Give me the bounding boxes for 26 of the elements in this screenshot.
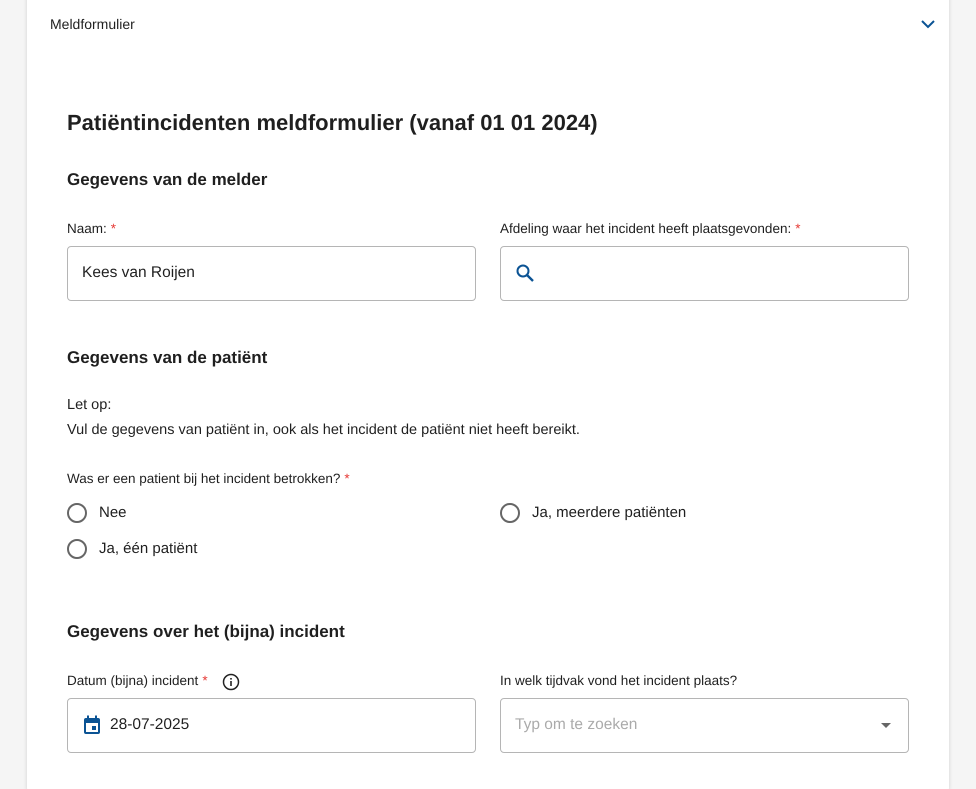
required-marker: * [344,470,350,488]
required-marker: * [202,672,208,690]
input-field[interactable] [500,246,909,300]
caret-icon [881,722,891,728]
note-text: Let op: [67,396,112,415]
field-label: Datum (bijna) incident [67,672,198,690]
search-icon [515,263,535,283]
note-text: Vul de gegevens van patiënt in, ook als het incident de patiënt niet heeft bereikt. [67,421,581,440]
input-field[interactable]: 28-07-2025 [67,698,476,752]
section-heading: Gegevens over het (bijna) incident [67,621,346,643]
input-field[interactable]: Kees van Roijen [67,246,476,300]
required-marker: * [110,220,116,238]
calendar-icon [82,715,102,735]
radio-option[interactable]: Nee [67,495,476,531]
info-icon[interactable] [222,672,240,690]
form-title: Patiëntincidenten meldformulier (vanaf 01 01 2024) [67,109,599,137]
section-heading: Gegevens van de melder [67,169,268,191]
field-label: Afdeling waar het incident heeft plaatsgevonden: [500,220,792,238]
section-heading: Gegevens van de patiënt [67,346,268,369]
radio-option[interactable]: Ja, meerdere patiënten [500,495,909,531]
field-label: In welk tijdvak vond het incident plaats? [500,672,738,690]
required-marker: * [795,220,800,238]
field-label: Was er een patient bij het incident betrokken? [67,470,340,488]
field-label: Naam: [67,220,107,238]
panel-title: Meldformulier [50,14,135,34]
radio-option[interactable]: Ja, één patiënt [67,531,476,567]
